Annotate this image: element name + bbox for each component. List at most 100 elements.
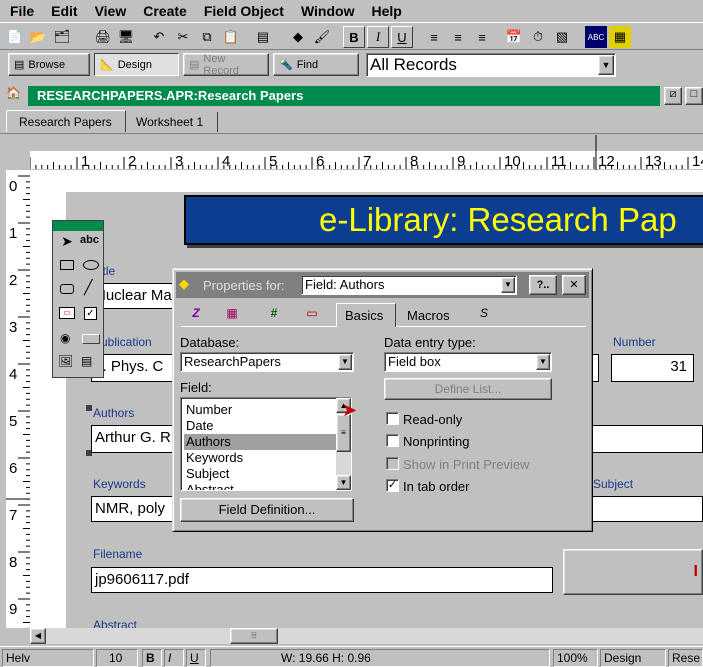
help-button[interactable]: ?..	[529, 275, 557, 295]
line-tool-icon[interactable]: ╱	[84, 280, 98, 295]
radio-tool-icon[interactable]: ◉	[60, 331, 74, 345]
new-record-button[interactable]: ▤ New Record	[183, 53, 269, 77]
chevron-down-icon[interactable]: ▼	[338, 354, 352, 370]
field-list[interactable]: Number Date Authors Keywords Subject Abstract…	[180, 397, 352, 491]
title-field[interactable]: Nuclear Ma	[91, 283, 181, 309]
read-only-checkbox[interactable]	[386, 412, 399, 425]
field-list-item[interactable]: Abstract	[184, 482, 336, 490]
scroll-left-icon[interactable]: ◀	[30, 628, 46, 644]
picture-tool-icon[interactable]: 🖼	[58, 354, 76, 370]
menu-create[interactable]: Create	[133, 3, 194, 19]
new-document-icon[interactable]: 📄	[4, 26, 26, 48]
chevron-down-icon[interactable]: ▼	[501, 277, 515, 293]
field-definition-button[interactable]: Field Definition...	[180, 498, 354, 522]
menu-field-object[interactable]: Field Object	[194, 3, 291, 19]
button-tool-icon[interactable]	[82, 334, 100, 344]
status-underline-button[interactable]: U	[186, 649, 206, 667]
subform-tool-icon[interactable]: ▤	[81, 354, 99, 370]
properties-icon[interactable]: ◆	[287, 26, 309, 48]
nonprinting-checkbox[interactable]	[386, 434, 399, 447]
underline-button[interactable]: U	[391, 26, 413, 48]
chevron-down-icon[interactable]: ▼	[536, 354, 550, 370]
keywords-field[interactable]: NMR, poly	[91, 496, 181, 522]
align-left-icon[interactable]: ≡	[423, 26, 445, 48]
browse-button[interactable]: ▤ Browse	[8, 53, 90, 76]
open-file-button[interactable]: I	[563, 549, 703, 595]
open-file-icon[interactable]: 🗂	[51, 26, 73, 48]
field-list-item[interactable]: Keywords	[184, 450, 336, 466]
find-button[interactable]: 🔦 Find	[273, 53, 359, 76]
database-select[interactable]: ResearchPapers ▼	[180, 352, 354, 372]
selection-handle[interactable]	[86, 405, 92, 411]
field-list-item[interactable]: Date	[184, 418, 336, 434]
menu-window[interactable]: Window	[291, 3, 362, 19]
design-button[interactable]: 📐 Design	[94, 53, 179, 76]
data-entry-select[interactable]: Field box ▼	[384, 352, 552, 372]
italic-button[interactable]: I	[367, 26, 389, 48]
number-field[interactable]: 31	[611, 354, 694, 382]
minimize-icon[interactable]: □	[685, 87, 703, 105]
print-icon[interactable]: 🖨	[92, 26, 114, 48]
open-folder-icon[interactable]: 📂	[27, 26, 49, 48]
authors-field[interactable]: Arthur G. R	[91, 425, 181, 453]
menu-edit[interactable]: Edit	[41, 3, 84, 19]
tab-basics[interactable]: Basics	[336, 303, 396, 327]
scroll-down-icon[interactable]: ▼	[336, 475, 351, 490]
align-center-icon[interactable]: ≡	[447, 26, 469, 48]
status-bold-button[interactable]: B	[142, 649, 162, 667]
rectangle-tool-icon[interactable]	[60, 260, 74, 270]
insert-page-icon[interactable]: ▧	[551, 26, 573, 48]
rounded-rect-tool-icon[interactable]	[60, 284, 74, 294]
field-tool-icon[interactable]: ▭	[59, 307, 75, 319]
pointer-tool-icon[interactable]: ➤	[56, 233, 78, 255]
menu-file[interactable]: File	[0, 3, 41, 19]
horizontal-scrollbar[interactable]: ◀ ⦙⦙⦙	[30, 628, 703, 644]
define-list-button[interactable]: Define List...	[384, 378, 552, 400]
text-tool[interactable]: abc	[80, 234, 102, 256]
undo-icon[interactable]: ↶	[148, 26, 170, 48]
show-preview-checkbox[interactable]	[386, 457, 399, 470]
insert-object-icon[interactable]: ▤	[252, 26, 274, 48]
scroll-thumb[interactable]: ⦙⦙⦙	[230, 628, 278, 644]
tab-border-icon[interactable]: ▭	[299, 306, 325, 326]
field-list-item[interactable]: Number	[184, 402, 336, 418]
calendar-icon[interactable]: 📅	[503, 26, 525, 48]
tab-macros[interactable]: Macros	[399, 306, 461, 326]
cut-icon[interactable]: ✂	[172, 26, 194, 48]
status-italic-button[interactable]: I	[164, 649, 184, 667]
copy-icon[interactable]: ⧉	[196, 26, 218, 48]
chevron-down-icon[interactable]: ▼	[598, 55, 614, 75]
style-brush-icon[interactable]: 🖌	[311, 26, 333, 48]
tab-color-icon[interactable]: ▦	[219, 306, 245, 326]
publication-field[interactable]: J. Phys. C	[91, 354, 181, 382]
object-select[interactable]: Field: Authors ▼	[301, 275, 517, 295]
ellipse-tool-icon[interactable]	[83, 260, 99, 270]
font-name[interactable]: Helv	[2, 649, 94, 667]
mode-indicator[interactable]: Design	[600, 649, 666, 667]
tab-script-icon[interactable]: S	[471, 306, 497, 326]
tab-worksheet-1[interactable]: Worksheet 1	[128, 112, 218, 132]
records-select[interactable]: All Records ▼	[366, 53, 616, 77]
menu-help[interactable]: Help	[361, 3, 408, 19]
font-size[interactable]: 10	[96, 649, 138, 667]
subject-field[interactable]	[593, 496, 703, 522]
paste-icon[interactable]: 📋	[220, 26, 242, 48]
align-right-icon[interactable]: ≡	[471, 26, 493, 48]
spell-check-icon[interactable]: ABC	[585, 26, 607, 48]
tab-format-icon[interactable]: #	[261, 306, 287, 326]
checkbox-tool-icon[interactable]: ✓	[84, 307, 97, 320]
menu-view[interactable]: View	[85, 3, 134, 19]
field-list-item[interactable]: Authors	[184, 434, 336, 450]
tab-order-checkbox[interactable]: ✓	[386, 479, 399, 492]
filename-field[interactable]: jp9606117.pdf	[91, 567, 553, 593]
restore-icon[interactable]: ⧄	[664, 87, 682, 105]
tab-research-papers[interactable]: Research Papers	[6, 110, 126, 132]
close-button[interactable]: ✕	[562, 275, 586, 295]
clock-icon[interactable]: ⏱	[527, 26, 549, 48]
tab-font-icon[interactable]: Z	[183, 306, 209, 326]
bold-button[interactable]: B	[343, 26, 365, 48]
field-list-item[interactable]: Subject	[184, 466, 336, 482]
zoom-level[interactable]: 100%	[553, 649, 598, 667]
form-icon[interactable]: ▦	[609, 26, 631, 48]
print-preview-icon[interactable]: 🖥	[115, 26, 137, 48]
